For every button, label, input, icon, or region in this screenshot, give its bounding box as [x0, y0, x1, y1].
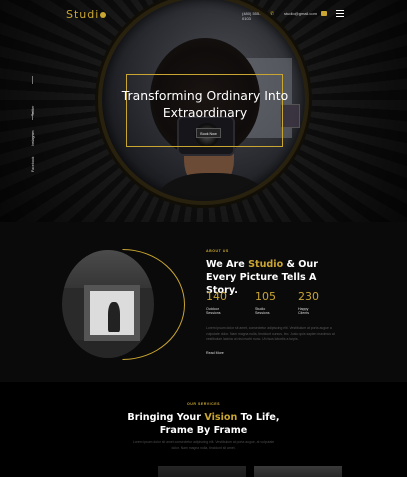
- about-paragraph: Lorem ipsum dolor sit amet, consectetur …: [206, 326, 335, 342]
- hero-section: Studi (480) 555-0103 ✆ studio@gmail.com …: [0, 0, 407, 222]
- book-now-button[interactable]: Book Now: [196, 128, 221, 138]
- stat-value: 105: [255, 290, 276, 303]
- stat-studio: 105 Studio Sessions: [255, 291, 295, 316]
- logo-dot: [100, 12, 107, 18]
- mail-icon[interactable]: [321, 11, 327, 16]
- stat-clients: 230 Happy Clients: [298, 291, 338, 316]
- stat-label: Happy Clients: [298, 307, 309, 316]
- service-card[interactable]: [254, 466, 342, 477]
- social-twitter-link[interactable]: Twitter: [31, 106, 35, 116]
- stat-label: Outdoor Sessions: [206, 307, 221, 316]
- services-eyebrow: OUR SERVICES: [186, 402, 221, 406]
- page: Studi (480) 555-0103 ✆ studio@gmail.com …: [0, 0, 407, 477]
- about-eyebrow: ABOUT US: [206, 249, 229, 253]
- stat-outdoor: 140 Outdoor Sessions: [206, 291, 246, 316]
- email-address[interactable]: studio@gmail.com: [284, 11, 317, 16]
- logo[interactable]: Studi: [66, 8, 107, 21]
- top-navbar: Studi (480) 555-0103 ✆ studio@gmail.com: [0, 0, 407, 28]
- read-more-link[interactable]: Read More: [206, 351, 224, 355]
- stat-label: Studio Sessions: [255, 307, 270, 316]
- phone-icon: ✆: [270, 11, 275, 17]
- services-heading: Bringing Your Vision To Life, Frame By F…: [127, 412, 280, 436]
- stat-value: 230: [298, 290, 319, 303]
- stat-value: 140: [206, 290, 227, 303]
- hamburger-menu-button[interactable]: [336, 10, 344, 17]
- service-card[interactable]: [158, 466, 246, 477]
- phone-number[interactable]: (480) 555-0103: [242, 11, 262, 21]
- services-paragraph: Lorem ipsum dolor sit amet consectetur a…: [132, 440, 275, 450]
- about-section: ABOUT US We Are Studio & Our Every Pictu…: [0, 222, 407, 382]
- social-facebook-link[interactable]: Facebook: [31, 157, 35, 172]
- hero-title: Transforming Ordinary Into Extraordinary: [121, 88, 289, 120]
- services-section: OUR SERVICES Bringing Your Vision To Lif…: [0, 382, 407, 477]
